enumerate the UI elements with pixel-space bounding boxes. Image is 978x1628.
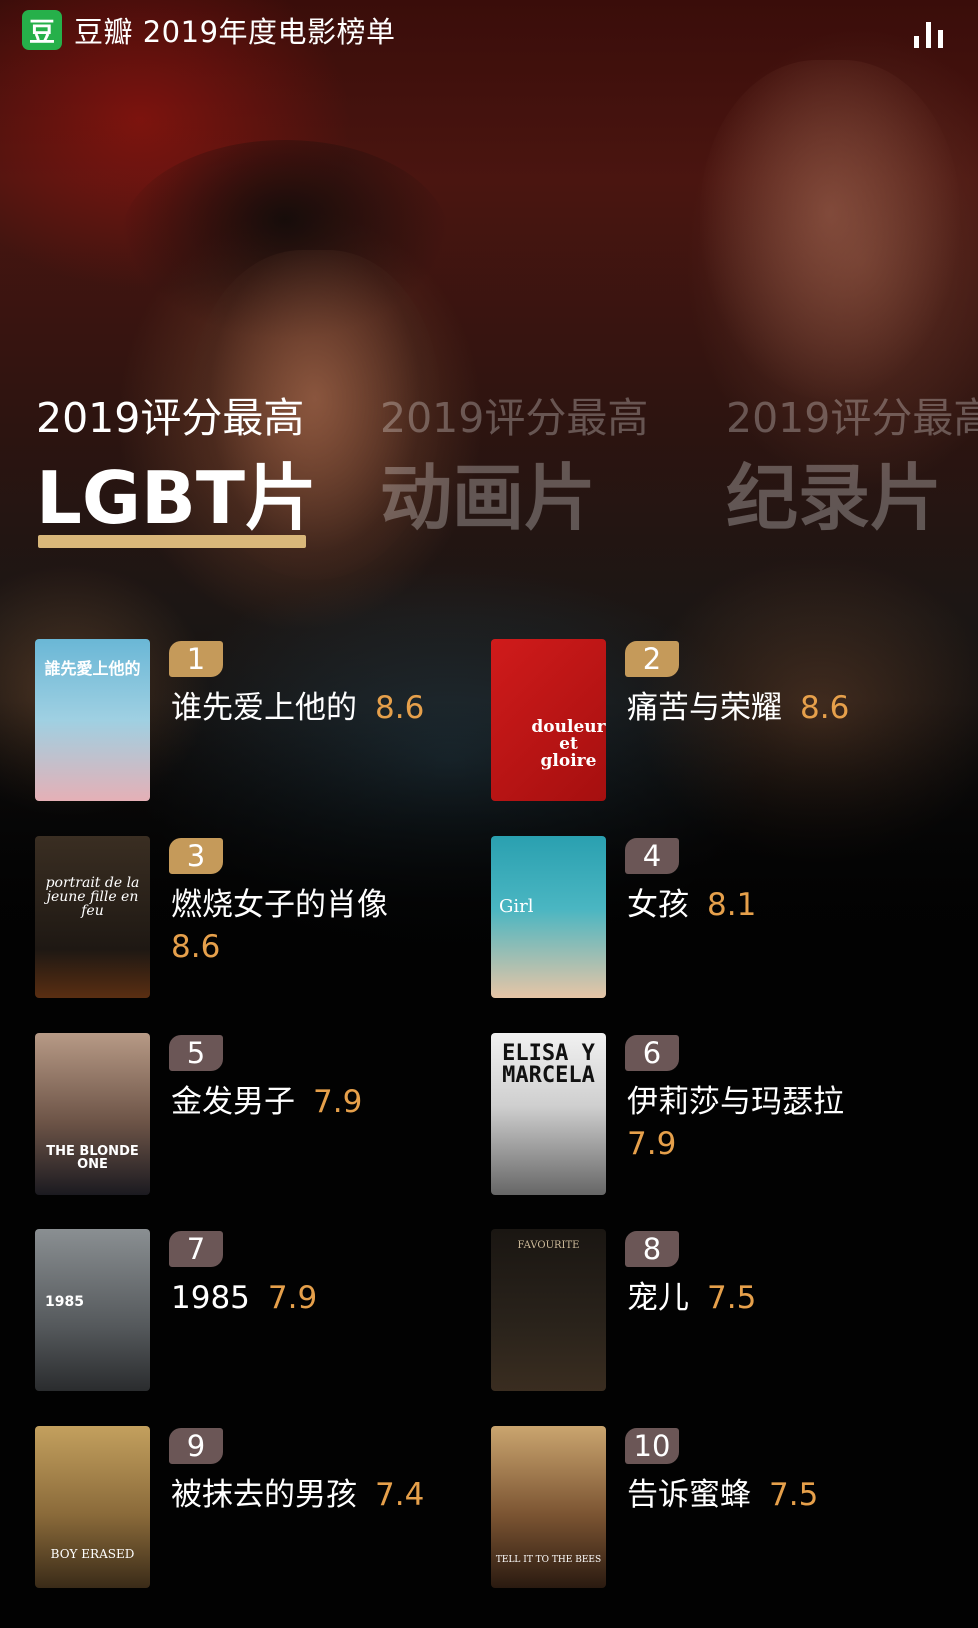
movie-score: 7.4: [375, 1477, 425, 1513]
tab-subtitle: 2019评分最高: [36, 394, 305, 442]
movie-score: 7.5: [769, 1477, 819, 1513]
rank-badge: 4: [625, 838, 679, 874]
list-item[interactable]: 1985 7 1985 7.9: [35, 1229, 475, 1391]
rank-badge: 3: [169, 838, 223, 874]
movie-title: 痛苦与荣耀: [627, 690, 782, 726]
screen: 豆 豆瓣 2019年度电影榜单 2019评分最高 LGBT片 2019评分最高 …: [0, 0, 978, 1628]
movie-score: 7.9: [627, 1126, 677, 1162]
tab-documentary[interactable]: 2019评分最高 纪录片: [726, 392, 978, 546]
tab-label: LGBT片: [36, 456, 317, 540]
rank-badge: 6: [625, 1035, 679, 1071]
movie-title: 1985: [171, 1280, 250, 1316]
rank-badge: 2: [625, 641, 679, 677]
movie-poster[interactable]: TELL IT TO THE BEES: [491, 1426, 606, 1588]
list-item[interactable]: FAVOURITE 8 宠儿 7.5: [491, 1229, 931, 1391]
music-bars-icon[interactable]: [914, 18, 948, 48]
movie-poster[interactable]: douleur et gloire: [491, 639, 606, 801]
movie-title: 金发男子: [171, 1084, 295, 1120]
tab-animation[interactable]: 2019评分最高 动画片: [380, 392, 648, 546]
tab-subtitle: 2019评分最高: [380, 394, 649, 442]
rank-badge: 7: [169, 1231, 223, 1267]
movie-score: 8.6: [375, 690, 425, 726]
rank-badge: 9: [169, 1428, 223, 1464]
movie-poster[interactable]: ELISA Y MARCELA: [491, 1033, 606, 1195]
movie-poster[interactable]: portrait de la jeune fille en feu: [35, 836, 150, 998]
movie-title: 告诉蜜蜂: [627, 1477, 751, 1513]
movie-title: 被抹去的男孩: [171, 1477, 357, 1513]
movie-score: 7.9: [313, 1084, 363, 1120]
tab-lgbt[interactable]: 2019评分最高 LGBT片: [36, 392, 317, 546]
movie-poster[interactable]: THE BLONDE ONE: [35, 1033, 150, 1195]
list-item[interactable]: portrait de la jeune fille en feu 3 燃烧女子…: [35, 836, 475, 998]
movie-title: 女孩: [627, 887, 689, 923]
top-bar: 豆 豆瓣 2019年度电影榜单: [22, 8, 956, 52]
movie-title: 燃烧女子的肖像: [171, 887, 388, 923]
rank-badge: 5: [169, 1035, 223, 1071]
list-item[interactable]: Girl 4 女孩 8.1: [491, 836, 931, 998]
list-item[interactable]: TELL IT TO THE BEES 10 告诉蜜蜂 7.5: [491, 1426, 931, 1588]
movie-title: 宠儿: [627, 1280, 689, 1316]
page-title: 豆瓣 2019年度电影榜单: [74, 15, 396, 49]
movie-score: 8.6: [171, 929, 221, 965]
douban-logo: 豆: [22, 10, 62, 50]
movie-poster[interactable]: 誰先愛上他的: [35, 639, 150, 801]
list-item[interactable]: BOY ERASED 9 被抹去的男孩 7.4: [35, 1426, 475, 1588]
rank-badge: 1: [169, 641, 223, 677]
movie-score: 8.6: [800, 690, 850, 726]
tab-label: 纪录片: [726, 456, 943, 540]
movie-title: 伊莉莎与玛瑟拉: [627, 1084, 844, 1120]
movie-score: 8.1: [707, 887, 757, 923]
active-tab-underline: [38, 535, 306, 548]
movie-poster[interactable]: Girl: [491, 836, 606, 998]
movie-score: 7.5: [707, 1280, 757, 1316]
rank-badge: 8: [625, 1231, 679, 1267]
movie-poster[interactable]: 1985: [35, 1229, 150, 1391]
movie-score: 7.9: [267, 1280, 318, 1316]
list-item[interactable]: THE BLONDE ONE 5 金发男子 7.9: [35, 1033, 475, 1195]
movie-title: 谁先爱上他的: [171, 690, 357, 726]
movie-poster[interactable]: FAVOURITE: [491, 1229, 606, 1391]
movie-poster[interactable]: BOY ERASED: [35, 1426, 150, 1588]
list-item[interactable]: ELISA Y MARCELA 6 伊莉莎与玛瑟拉 7.9: [491, 1033, 931, 1195]
tab-subtitle: 2019评分最高: [726, 394, 978, 442]
list-item[interactable]: 誰先愛上他的 1 谁先爱上他的 8.6: [35, 639, 475, 801]
rank-badge: 10: [625, 1428, 679, 1464]
list-item[interactable]: douleur et gloire 2 痛苦与荣耀 8.6: [491, 639, 931, 801]
tab-label: 动画片: [380, 456, 597, 540]
